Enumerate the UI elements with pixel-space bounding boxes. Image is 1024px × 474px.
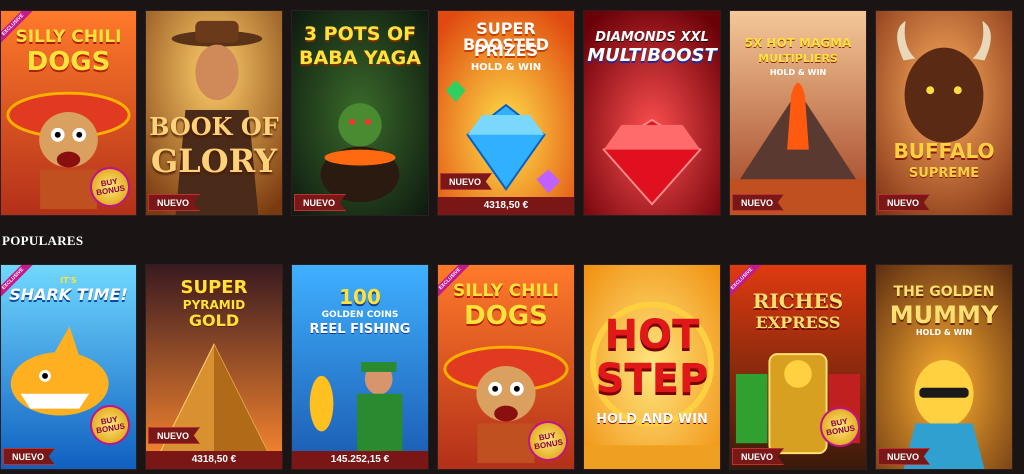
game-tile-super-boosted-prizes[interactable]: SUPER BOOSTED PRIZES HOLD & WIN NUEVO 43… bbox=[437, 10, 575, 216]
game-title-line1: SILLY CHILI bbox=[15, 27, 122, 47]
game-tile-its-shark-time[interactable]: EXCLUSIVE IT'S SHARK TIME! BUY BONUS NUE… bbox=[0, 264, 137, 470]
game-title-line2: MULTIPLIERS bbox=[758, 52, 838, 65]
jackpot-amount: 4318,50 € bbox=[146, 451, 282, 469]
game-title-line1: RICHES bbox=[752, 289, 844, 313]
new-badge: NUEVO bbox=[878, 194, 931, 211]
new-badge: NUEVO bbox=[148, 194, 201, 211]
jackpot-amount: 4318,50 € bbox=[438, 197, 574, 215]
game-artwork bbox=[876, 11, 1012, 215]
new-badge: NUEVO bbox=[732, 448, 785, 465]
game-title-line3: HOLD AND WIN bbox=[596, 412, 708, 427]
game-title-line3: HOLD & WIN bbox=[769, 68, 827, 77]
game-title-line2: BABA YAGA bbox=[299, 47, 421, 69]
game-title-line2: PYRAMID bbox=[182, 298, 246, 312]
game-title-line2: DOGS bbox=[464, 301, 548, 331]
game-tile-diamonds-xxl-multiboost[interactable]: DIAMONDS XXL MULTIBOOST bbox=[583, 10, 721, 216]
new-badge: NUEVO bbox=[148, 427, 201, 444]
game-title-line1: 3 POTS OF bbox=[303, 23, 417, 45]
game-title-line2: GOLDEN COINS bbox=[321, 310, 399, 320]
new-badge: NUEVO bbox=[294, 194, 347, 211]
game-tile-super-pyramid-gold[interactable]: SUPER PYRAMID GOLD NUEVO 4318,50 € bbox=[145, 264, 283, 470]
game-title-line1: DIAMONDS XXL bbox=[595, 30, 709, 45]
game-title-line1: SILLY CHILI bbox=[452, 281, 559, 301]
game-tile-buffalo-supreme[interactable]: BUFFALO SUPREME NUEVO bbox=[875, 10, 1013, 216]
jackpot-amount: 145.252,15 € bbox=[292, 451, 428, 469]
game-tile-silly-chili-dogs[interactable]: EXCLUSIVE SILLY CHILI DOGS BUY BONUS bbox=[437, 264, 575, 470]
game-title-line2: STEP bbox=[595, 356, 709, 402]
game-title-line1: 5X HOT MAGMA bbox=[744, 36, 852, 50]
new-games-row: EXCLUSIVE SILLY CHILI DOGS BUY BONUS BOO… bbox=[0, 10, 1013, 216]
section-title-populares: POPULARES bbox=[2, 233, 84, 248]
game-title-line1: SUPER bbox=[180, 277, 248, 298]
game-title-line1: BOOK OF bbox=[149, 112, 279, 141]
game-tile-the-golden-mummy[interactable]: THE GOLDEN MUMMY HOLD & WIN NUEVO bbox=[875, 264, 1013, 470]
game-title-line3: HOLD & WIN bbox=[915, 328, 973, 337]
game-title-line2: EXPRESS bbox=[755, 313, 841, 332]
game-title-line3: GOLD bbox=[188, 311, 240, 330]
new-badge: NUEVO bbox=[732, 194, 785, 211]
game-tile-hot-step[interactable]: HOT STEP HOLD AND WIN bbox=[583, 264, 721, 470]
popular-games-row: EXCLUSIVE IT'S SHARK TIME! BUY BONUS NUE… bbox=[0, 264, 1013, 470]
game-title-line3: REEL FISHING bbox=[309, 322, 411, 337]
game-title-line1: HOT bbox=[604, 312, 700, 358]
game-title-line1: THE GOLDEN bbox=[893, 284, 995, 300]
game-tile-100-golden-coins-reel-fishing[interactable]: 100 GOLDEN COINS REEL FISHING 145.252,15… bbox=[291, 264, 429, 470]
game-title-line2: PRIZES bbox=[473, 41, 539, 60]
game-title-line2: SUPREME bbox=[908, 166, 980, 181]
game-tile-silly-chili-dogs[interactable]: EXCLUSIVE SILLY CHILI DOGS BUY BONUS bbox=[0, 10, 137, 216]
new-badge: NUEVO bbox=[440, 173, 493, 190]
game-title-line1: 100 bbox=[339, 285, 381, 309]
game-title-line1: IT'S bbox=[60, 276, 77, 285]
game-title-line2: DOGS bbox=[26, 47, 111, 77]
game-tile-5x-hot-magma-multipliers[interactable]: 5X HOT MAGMA MULTIPLIERS HOLD & WIN NUEV… bbox=[729, 10, 867, 216]
game-title-line3: HOLD & WIN bbox=[470, 62, 542, 73]
game-title-line2: MUMMY bbox=[889, 301, 999, 329]
game-tile-book-of-glory[interactable]: BOOK OF GLORY NUEVO bbox=[145, 10, 283, 216]
game-title-line1: BUFFALO bbox=[893, 139, 995, 163]
new-badge: NUEVO bbox=[878, 448, 931, 465]
game-title-line2: GLORY bbox=[150, 142, 278, 180]
game-tile-3-pots-of-baba-yaga[interactable]: 3 POTS OF BABA YAGA NUEVO bbox=[291, 10, 429, 216]
game-title-line2: MULTIBOOST bbox=[587, 45, 717, 66]
game-title-line2: SHARK TIME! bbox=[9, 285, 128, 304]
game-tile-riches-express[interactable]: EXCLUSIVE RICHES EXPRESS BUY BONUS NUEVO bbox=[729, 264, 867, 470]
new-badge: NUEVO bbox=[3, 448, 56, 465]
